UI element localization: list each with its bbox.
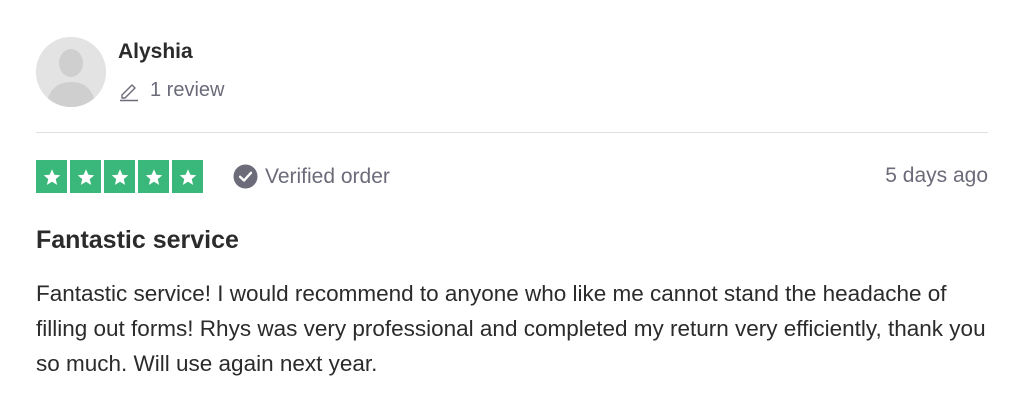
star-box <box>172 160 203 193</box>
review-count[interactable]: 1 review <box>118 79 224 102</box>
star-box <box>70 160 101 193</box>
star-icon <box>179 168 196 185</box>
review-title[interactable]: Fantastic service <box>36 226 239 255</box>
verified-label: Verified order <box>265 164 390 188</box>
star-rating <box>36 160 203 193</box>
check-circle-icon <box>233 164 258 189</box>
star-icon <box>77 168 94 185</box>
star-icon <box>43 168 60 185</box>
star-box <box>138 160 169 193</box>
star-box <box>36 160 67 193</box>
user-silhouette-icon <box>36 37 106 107</box>
review-body: Fantastic service! I would recommend to … <box>36 281 986 376</box>
pencil-icon <box>120 83 138 101</box>
star-icon <box>145 168 162 185</box>
verified-badge[interactable]: Verified order <box>233 164 390 189</box>
review-date: 5 days ago <box>885 164 988 187</box>
consumer-name[interactable]: Alyshia <box>118 40 193 64</box>
divider <box>36 132 988 133</box>
star-icon <box>111 168 128 185</box>
review-count-label: 1 review <box>150 79 225 101</box>
review-card: Alyshia 1 review Verified order 5 days a… <box>0 0 1024 406</box>
avatar[interactable] <box>36 37 106 107</box>
star-box <box>104 160 135 193</box>
